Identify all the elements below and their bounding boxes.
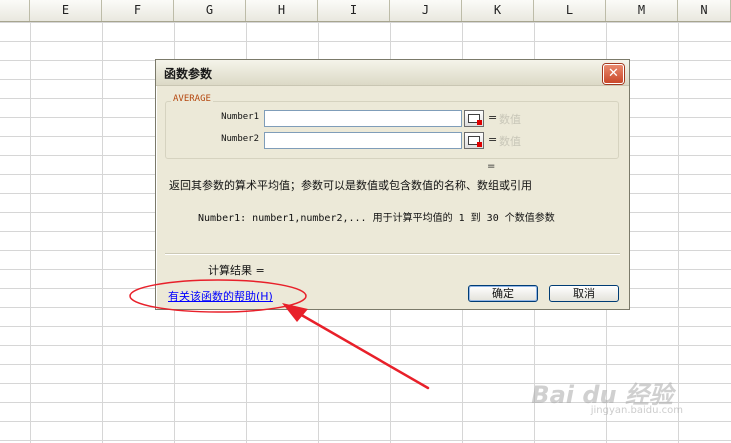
highlight-ellipse — [129, 279, 307, 313]
watermark-url: jingyan.baidu.com — [590, 405, 683, 416]
annotation-arrow-head — [282, 303, 308, 322]
annotation-arrow-shaft — [296, 311, 430, 390]
